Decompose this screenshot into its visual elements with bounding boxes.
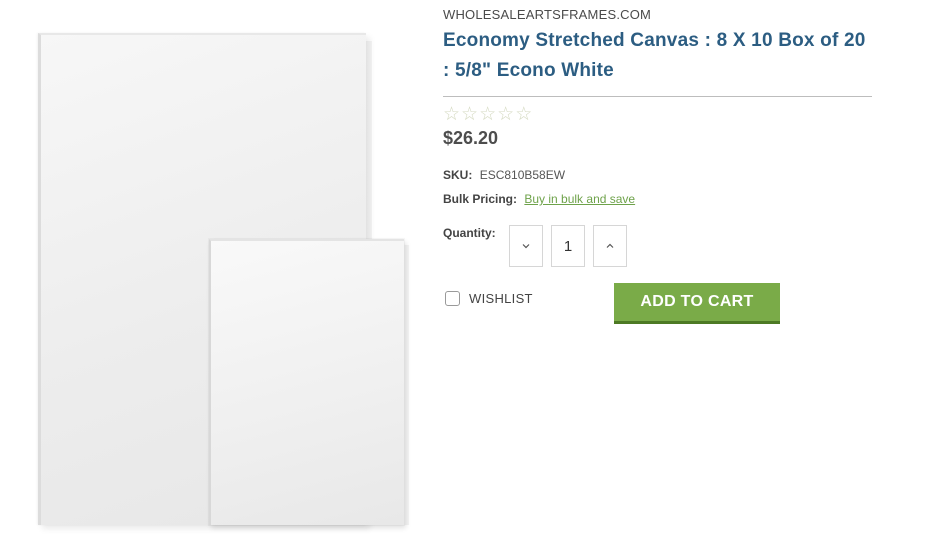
star-outline-icon: ☆ [479,104,497,125]
star-outline-icon: ☆ [497,104,515,125]
wishlist-checkbox[interactable] [445,291,460,306]
wishlist-label: WISHLIST [469,291,533,306]
star-outline-icon: ☆ [443,104,461,125]
quantity-stepper: Quantity: 1 [443,225,873,271]
cart-actions: WISHLIST ADD TO CART [443,283,873,327]
small-canvas-image [209,239,409,525]
sku-label: SKU: [443,168,473,182]
quantity-increment-button[interactable] [593,225,627,267]
divider [443,96,872,97]
chevron-up-icon [606,243,614,248]
chevron-down-icon [522,244,530,249]
product-details: WHOLESALEARTSFRAMES.COM Economy Stretche… [443,6,873,327]
wishlist-toggle[interactable]: WISHLIST [445,291,533,306]
rating-stars[interactable]: ☆ ☆ ☆ ☆ ☆ [443,105,873,125]
add-to-cart-button[interactable]: ADD TO CART [614,283,780,324]
product-title: Economy Stretched Canvas : 8 X 10 Box of… [443,30,866,81]
product-image[interactable] [20,20,420,535]
bulk-pricing-row: Bulk Pricing: Buy in bulk and save [443,191,873,207]
bulk-pricing-label: Bulk Pricing: [443,192,518,206]
star-outline-icon: ☆ [515,104,533,125]
product-price: $26.20 [443,128,499,148]
star-outline-icon: ☆ [461,104,479,125]
bulk-pricing-link[interactable]: Buy in bulk and save [524,192,635,206]
quantity-label: Quantity: [443,226,496,240]
brand-name: WHOLESALEARTSFRAMES.COM [443,7,652,22]
sku-row: SKU: ESC810B58EW [443,167,873,183]
quantity-input[interactable]: 1 [551,225,585,267]
sku-value: ESC810B58EW [479,168,566,182]
quantity-decrement-button[interactable] [509,225,543,267]
